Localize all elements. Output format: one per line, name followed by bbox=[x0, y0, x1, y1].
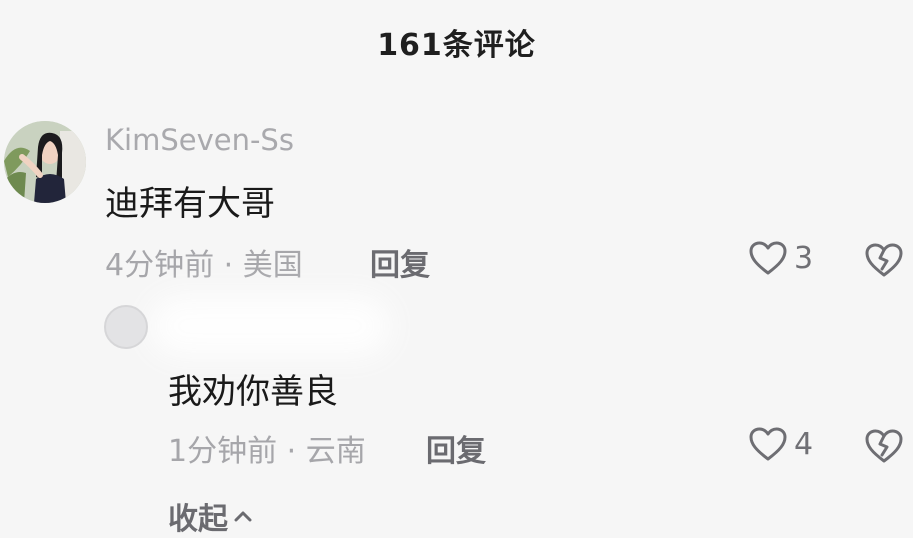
comment-username[interactable]: KimSeven-Ss bbox=[105, 123, 294, 157]
heart-outline-icon bbox=[749, 427, 787, 461]
reply-like-count: 4 bbox=[794, 426, 814, 462]
like-count: 3 bbox=[794, 240, 814, 276]
like-button[interactable]: 3 bbox=[748, 240, 813, 276]
comment-text: 迪拜有大哥 bbox=[105, 184, 275, 224]
blurred-reply-username bbox=[150, 296, 390, 356]
reply-reply-button[interactable]: 回复 bbox=[426, 426, 486, 470]
chevron-up-icon bbox=[234, 511, 252, 522]
reply-dislike-button[interactable] bbox=[864, 428, 904, 468]
collapse-label: 收起 bbox=[168, 502, 228, 537]
broken-heart-icon bbox=[865, 243, 903, 277]
comments-count-title: 161条评论 bbox=[377, 28, 536, 63]
broken-heart-icon bbox=[865, 429, 903, 463]
reply-meta: 1分钟前 · 云南 bbox=[168, 434, 366, 469]
collapse-replies-button[interactable]: 收起 bbox=[168, 494, 252, 538]
dislike-button[interactable] bbox=[864, 242, 904, 282]
avatar-image bbox=[4, 121, 86, 203]
heart-outline-icon bbox=[749, 241, 787, 275]
reply-text: 我劝你善良 bbox=[168, 372, 338, 412]
reply-like-button[interactable]: 4 bbox=[748, 426, 813, 462]
reply-button[interactable]: 回复 bbox=[370, 240, 430, 284]
avatar[interactable] bbox=[4, 121, 86, 203]
reply-avatar[interactable] bbox=[104, 305, 148, 349]
comment-meta: 4分钟前 · 美国 bbox=[105, 248, 303, 283]
